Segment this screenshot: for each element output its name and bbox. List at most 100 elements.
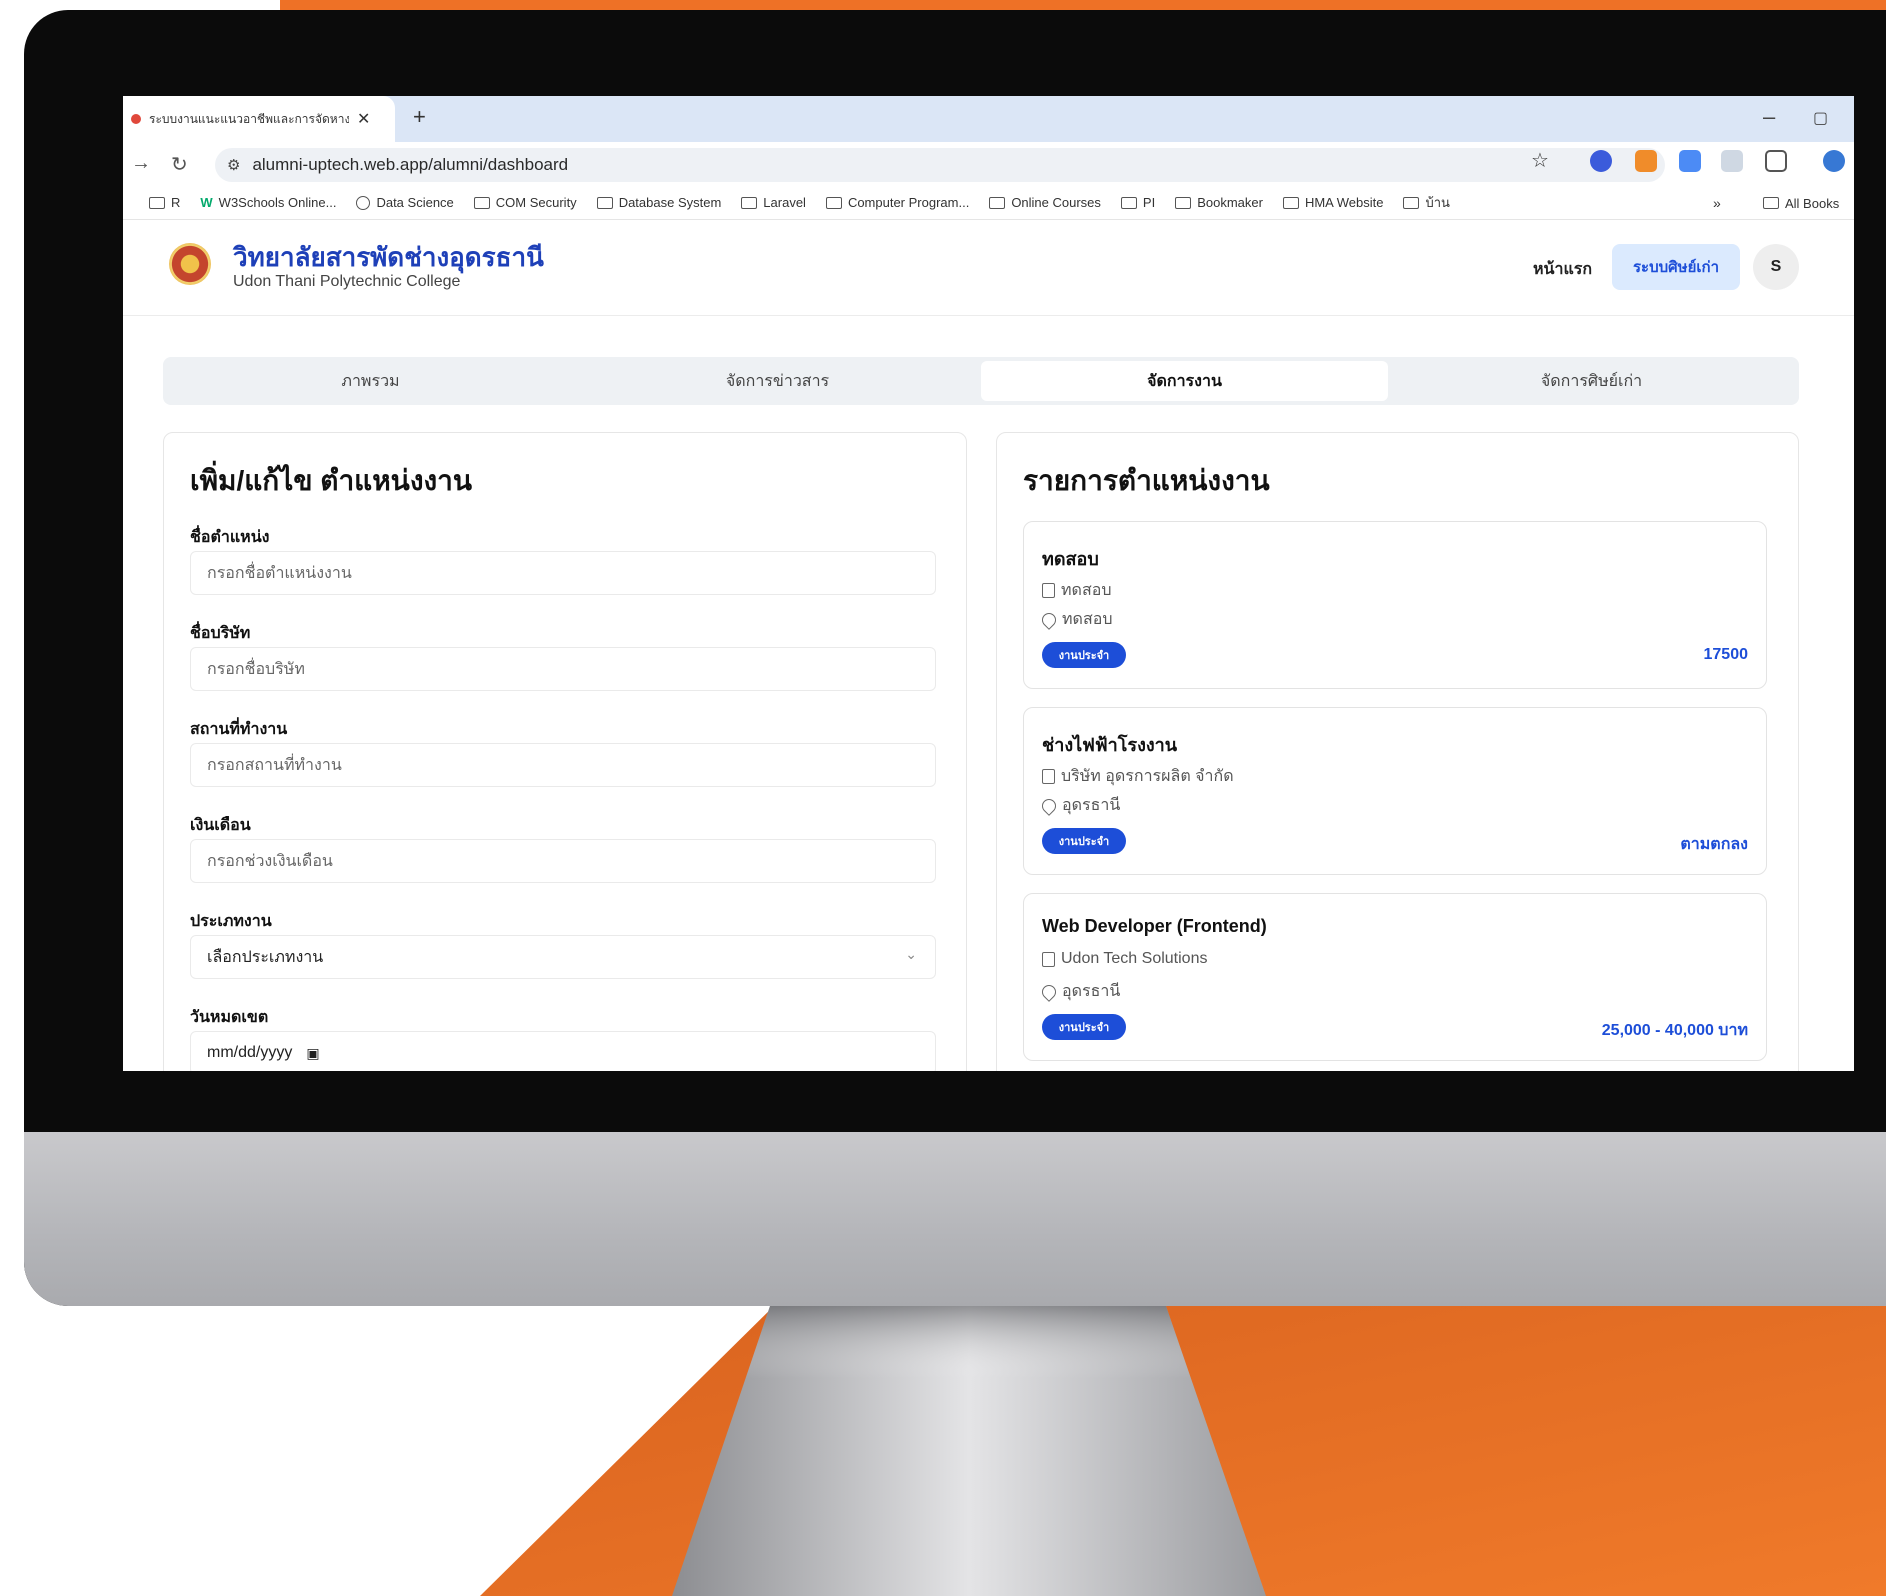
avatar[interactable]: S <box>1753 244 1799 290</box>
bookmark-item[interactable]: Online Courses <box>989 195 1101 210</box>
job-form-panel: เพิ่ม/แก้ไข ตำแหน่งงาน ชื่อตำแหน่ง กรอกช… <box>163 432 967 1071</box>
job-title: ทดสอบ <box>1042 549 1099 569</box>
bookmark-star-icon[interactable]: ☆ <box>1531 148 1549 173</box>
company-label: ชื่อบริษัท <box>190 625 251 642</box>
all-bookmarks-button[interactable]: All Books <box>1763 186 1839 220</box>
deadline-label: วันหมดเขต <box>190 1009 269 1026</box>
folder-icon <box>1763 197 1779 209</box>
site-settings-icon[interactable]: ⚙ <box>227 156 240 174</box>
college-logo <box>169 243 211 285</box>
extension-icon-2[interactable] <box>1721 150 1743 172</box>
salary-label: เงินเดือน <box>190 817 251 834</box>
bookmark-item[interactable]: บ้าน <box>1403 192 1450 213</box>
college-name-thai: วิทยาลัยสารพัดช่างอุดรธานี <box>233 243 544 273</box>
app-header: วิทยาลัยสารพัดช่างอุดรธานี Udon Thani Po… <box>123 221 1854 316</box>
job-company: Udon Tech Solutions <box>1042 950 1207 968</box>
reload-icon[interactable]: ↻ <box>171 152 188 177</box>
job-location: อุดรธานี <box>1039 979 1120 1004</box>
browser-window: ระบบงานแนะแนวอาชีพและการจัดหาง... ✕ + – … <box>123 96 1854 1071</box>
folder-icon <box>741 196 758 209</box>
tab-jobs[interactable]: จัดการงาน <box>981 361 1388 401</box>
promo-mockup: ระบบงานแนะแนวอาชีพและการจัดหาง... ✕ + – … <box>0 0 1886 1596</box>
location-input[interactable]: กรอกสถานที่ทำงาน <box>190 743 936 787</box>
folder-icon <box>1282 196 1299 209</box>
location-label: สถานที่ทำงาน <box>190 721 288 738</box>
location-pin-icon <box>1039 981 1059 1002</box>
job-company: ทดสอบ <box>1042 578 1111 603</box>
position-input[interactable]: กรอกชื่อตำแหน่งงาน <box>190 551 936 595</box>
nav-alumni-button[interactable]: ระบบศิษย์เก่า <box>1612 244 1740 290</box>
bookmark-item[interactable]: Laravel <box>741 195 806 210</box>
folder-icon <box>149 196 165 209</box>
bookmark-item[interactable]: COM Security <box>473 195 577 210</box>
bookmarks-bar: R W W3Schools Online... Data Science COM … <box>123 186 1854 220</box>
tab-overview[interactable]: ภาพรวม <box>167 361 574 401</box>
minimize-icon[interactable]: – <box>1763 104 1775 130</box>
job-salary: ตามตกลง <box>1680 836 1748 853</box>
job-card[interactable]: Web Developer (Frontend) Udon Tech Solut… <box>1023 893 1767 1061</box>
bookmark-item[interactable]: R <box>149 195 180 210</box>
tab-title: ระบบงานแนะแนวอาชีพและการจัดหาง... <box>149 111 349 126</box>
dashboard-tabs: ภาพรวม จัดการข่าวสาร จัดการงาน จัดการศิษ… <box>163 357 1799 405</box>
job-company: บริษัท อุดรการผลิต จำกัด <box>1042 764 1234 789</box>
bookmark-item[interactable]: Computer Program... <box>825 195 969 210</box>
tab-alumni[interactable]: จัดการศิษย์เก่า <box>1388 361 1795 401</box>
browser-tab[interactable]: ระบบงานแนะแนวอาชีพและการจัดหาง... ✕ <box>123 96 395 142</box>
profile-icon[interactable] <box>1823 150 1845 172</box>
bookmarks-overflow-button[interactable]: » <box>1713 195 1721 211</box>
salary-input[interactable]: กรอกช่วงเงินเดือน <box>190 839 936 883</box>
nav-home-link[interactable]: หน้าแรก <box>1533 257 1592 282</box>
chevron-down-icon: ⌄ <box>905 946 917 962</box>
job-type-select[interactable]: เลือกประเภทงาน ⌄ <box>190 935 936 979</box>
metamask-icon[interactable] <box>1635 150 1657 172</box>
tab-strip: ระบบงานแนะแนวอาชีพและการจัดหาง... ✕ + – … <box>123 96 1854 142</box>
bookmark-item[interactable]: HMA Website <box>1282 195 1383 210</box>
bookmark-item[interactable]: W W3Schools Online... <box>200 195 336 210</box>
folder-icon <box>1403 196 1420 209</box>
job-location: อุดรธานี <box>1039 793 1120 818</box>
building-icon <box>1042 583 1055 598</box>
extension-icon-1[interactable] <box>1590 150 1612 172</box>
company-input[interactable]: กรอกชื่อบริษัท <box>190 647 936 691</box>
translate-icon[interactable] <box>1679 150 1701 172</box>
folder-icon <box>473 196 490 209</box>
folder-icon <box>825 196 842 209</box>
job-type-label: ประเภทงาน <box>190 913 272 930</box>
job-type-value: เลือกประเภทงาน <box>207 948 324 966</box>
tab-news[interactable]: จัดการข่าวสาร <box>574 361 981 401</box>
browser-toolbar: → ↻ ⚙ alumni-uptech.web.app/alumni/dashb… <box>123 142 1854 186</box>
job-type-badge: งานประจำ <box>1042 828 1126 854</box>
extensions-puzzle-icon[interactable] <box>1765 150 1787 172</box>
deadline-placeholder: mm/dd/yyyy <box>207 1044 293 1061</box>
job-title: Web Developer (Frontend) <box>1042 916 1267 936</box>
job-list-panel: รายการตำแหน่งงาน ทดสอบ ทดสอบ ทดสอบ งานปร… <box>996 432 1799 1071</box>
job-type-badge: งานประจำ <box>1042 1014 1126 1040</box>
restore-icon[interactable]: ▢ <box>1813 108 1828 128</box>
bookmark-item[interactable]: Data Science <box>356 195 454 210</box>
bookmark-item[interactable]: PI <box>1120 195 1155 210</box>
bookmark-item[interactable]: Bookmaker <box>1175 195 1263 210</box>
monitor-frame: ระบบงานแนะแนวอาชีพและการจัดหาง... ✕ + – … <box>24 10 1886 1306</box>
calendar-icon[interactable]: ▣ <box>306 1045 319 1062</box>
job-card[interactable]: ทดสอบ ทดสอบ ทดสอบ งานประจำ 17500 <box>1023 521 1767 689</box>
job-salary: 17500 <box>1703 646 1749 663</box>
folder-icon <box>1175 196 1192 209</box>
folder-icon <box>596 196 613 209</box>
close-icon[interactable]: ✕ <box>357 109 370 129</box>
job-card[interactable]: ช่างไฟฟ้าโรงงาน บริษัท อุดรการผลิต จำกัด… <box>1023 707 1767 875</box>
folder-icon <box>989 196 1006 209</box>
job-salary: 25,000 - 40,000 บาท <box>1601 1022 1748 1039</box>
forward-icon[interactable]: → <box>131 152 151 175</box>
bookmark-item[interactable]: Database System <box>596 195 721 210</box>
location-pin-icon <box>1039 795 1059 816</box>
address-bar[interactable]: ⚙ alumni-uptech.web.app/alumni/dashboard <box>215 148 1665 182</box>
deadline-input[interactable]: mm/dd/yyyy ▣ <box>190 1031 936 1071</box>
monitor-chin <box>24 1132 1886 1306</box>
folder-icon <box>1120 196 1137 209</box>
job-list-title: รายการตำแหน่งงาน <box>1023 465 1270 496</box>
new-tab-icon[interactable]: + <box>413 104 426 130</box>
favicon-icon <box>131 114 141 124</box>
building-icon <box>1042 951 1055 967</box>
form-title: เพิ่ม/แก้ไข ตำแหน่งงาน <box>190 465 473 496</box>
college-name-english: Udon Thani Polytechnic College <box>233 273 461 290</box>
